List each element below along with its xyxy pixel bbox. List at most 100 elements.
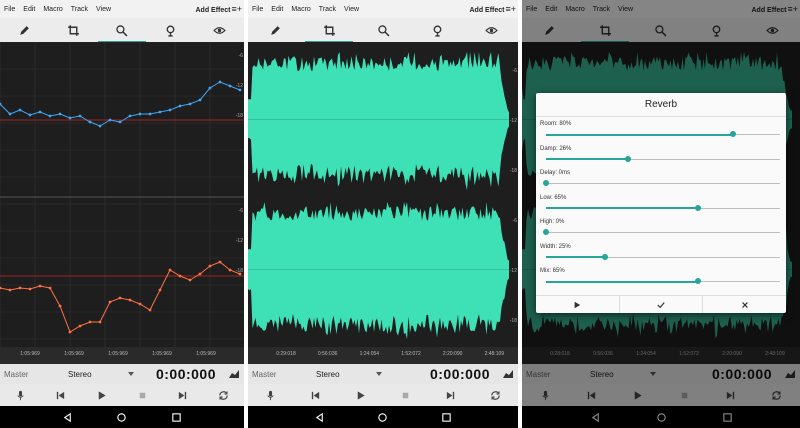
back-icon[interactable] <box>590 412 601 423</box>
play-button[interactable] <box>629 386 647 404</box>
home-icon[interactable] <box>656 412 667 423</box>
menu-track[interactable]: Track <box>67 6 92 13</box>
loop-button[interactable] <box>487 386 505 404</box>
dropdown-arrow-icon[interactable] <box>376 372 382 376</box>
record-button[interactable] <box>536 386 554 404</box>
pencil-tool[interactable] <box>265 20 285 40</box>
skip-start-button[interactable] <box>307 386 325 404</box>
home-icon[interactable] <box>377 412 388 423</box>
add-effect-button[interactable]: Add Effect≡+ <box>469 4 518 14</box>
menu-view[interactable]: View <box>92 6 115 13</box>
crop-tool[interactable] <box>63 20 83 40</box>
time-label: 2:20:090 <box>443 351 463 357</box>
dropdown-arrow-icon[interactable] <box>128 372 134 376</box>
meter-icon[interactable] <box>502 369 514 379</box>
stop-button[interactable] <box>675 386 693 404</box>
slider-thumb[interactable] <box>695 204 702 211</box>
slider-thumb[interactable] <box>624 155 631 162</box>
play-button[interactable] <box>93 386 111 404</box>
menu-file[interactable]: File <box>248 6 267 13</box>
slider-thumb[interactable] <box>730 131 737 137</box>
home-icon[interactable] <box>116 412 127 423</box>
preview-button[interactable] <box>536 296 620 313</box>
menu-macro[interactable]: Macro <box>39 6 66 13</box>
stop-button[interactable] <box>133 386 151 404</box>
play-icon <box>574 301 581 308</box>
view-tool[interactable] <box>210 20 230 40</box>
menu-view[interactable]: View <box>614 6 637 13</box>
skip-end-button[interactable] <box>442 386 460 404</box>
menu-edit[interactable]: Edit <box>541 6 561 13</box>
record-button[interactable] <box>262 386 280 404</box>
reverb-param-slider[interactable] <box>546 131 780 137</box>
add-effect-button[interactable]: Add Effect≡+ <box>195 4 244 14</box>
slider-thumb[interactable] <box>695 278 702 284</box>
waveform-display[interactable]: -6 -12 -18 -6 -12 -18 0:29:018 0:56:036 1:24:054… <box>248 42 518 364</box>
loop-button[interactable] <box>768 386 786 404</box>
crop-tool[interactable] <box>305 20 353 43</box>
track-control-row: Master Stereo 0:00:000 <box>0 364 244 384</box>
skip-forward-icon <box>726 391 735 399</box>
pencil-tool[interactable] <box>540 20 560 40</box>
channel-select[interactable]: Stereo <box>590 370 650 379</box>
recents-icon[interactable] <box>171 412 182 423</box>
pitch-tool[interactable] <box>707 20 727 40</box>
pitch-tool[interactable] <box>161 20 181 40</box>
menu-edit[interactable]: Edit <box>19 6 39 13</box>
back-icon[interactable] <box>62 412 73 423</box>
apply-button[interactable] <box>620 296 704 313</box>
loop-icon <box>772 390 782 400</box>
android-nav-bar <box>0 406 244 428</box>
pitch-graph[interactable]: -6 -12 -18 -6 -12 -18 1:05:969 1:05:969 1:05:969… <box>0 42 244 364</box>
view-tool[interactable] <box>481 20 501 40</box>
menu-file[interactable]: File <box>522 6 541 13</box>
meter-icon[interactable] <box>228 369 240 379</box>
zoom-tool[interactable] <box>373 20 393 40</box>
zoom-tool[interactable] <box>651 20 671 40</box>
skip-start-button[interactable] <box>52 386 70 404</box>
channel-select[interactable]: Stereo <box>68 370 128 379</box>
recents-icon[interactable] <box>722 412 733 423</box>
pitch-tool[interactable] <box>427 20 447 40</box>
menu-view[interactable]: View <box>340 6 363 13</box>
pitch-point <box>28 287 32 291</box>
reverb-param-slider[interactable] <box>546 204 780 211</box>
stop-button[interactable] <box>397 386 415 404</box>
skip-end-button[interactable] <box>721 386 739 404</box>
reverb-param-slider[interactable] <box>546 155 780 162</box>
pencil-tool[interactable] <box>14 20 34 40</box>
skip-start-button[interactable] <box>582 386 600 404</box>
menu-edit[interactable]: Edit <box>267 6 287 13</box>
zoom-tool[interactable] <box>97 20 146 43</box>
menu-file[interactable]: File <box>0 6 19 13</box>
meter-icon[interactable] <box>784 369 796 379</box>
channel-select[interactable]: Stereo <box>316 370 376 379</box>
slider-fill <box>546 256 605 258</box>
reverb-param-slider[interactable] <box>546 278 780 284</box>
loop-button[interactable] <box>215 386 233 404</box>
recents-icon[interactable] <box>441 412 452 423</box>
skip-end-button[interactable] <box>174 386 192 404</box>
reverb-param-slider[interactable] <box>543 229 780 235</box>
play-button[interactable] <box>352 386 370 404</box>
cancel-button[interactable] <box>703 296 786 313</box>
time-display: 0:00:000 <box>429 366 490 382</box>
menu-macro[interactable]: Macro <box>287 6 314 13</box>
slider-thumb[interactable] <box>543 229 549 235</box>
reverb-param-slider[interactable] <box>543 180 780 186</box>
menu-track[interactable]: Track <box>315 6 340 13</box>
menu-bar: File Edit Macro Track View Add Effect≡+ <box>0 0 244 18</box>
record-button[interactable] <box>11 386 29 404</box>
back-icon[interactable] <box>314 412 325 423</box>
pitch-point <box>28 113 32 117</box>
reverb-param-slider[interactable] <box>546 253 780 260</box>
pitch-point <box>188 278 192 282</box>
add-effect-button[interactable]: Add Effect≡+ <box>751 4 800 14</box>
menu-macro[interactable]: Macro <box>561 6 588 13</box>
menu-track[interactable]: Track <box>589 6 614 13</box>
slider-thumb[interactable] <box>601 253 608 260</box>
dropdown-arrow-icon[interactable] <box>650 372 656 376</box>
slider-thumb[interactable] <box>543 180 549 186</box>
view-tool[interactable] <box>762 20 782 40</box>
crop-tool[interactable] <box>581 20 630 43</box>
